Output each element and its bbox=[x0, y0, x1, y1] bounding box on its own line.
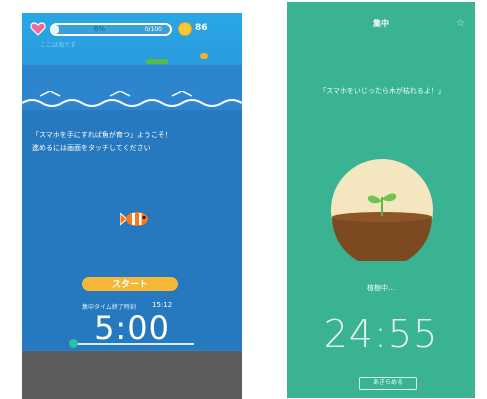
timer-end-value: 15:12 bbox=[152, 301, 173, 309]
hp-bar-fill bbox=[52, 25, 60, 34]
welcome-line-1: 「スマホを手にすれば魚が育つ」ようこそ！ bbox=[32, 131, 172, 139]
sky-background bbox=[22, 13, 242, 65]
hp-bar: 6% 0/100 bbox=[50, 23, 172, 36]
heart-icon bbox=[30, 22, 46, 36]
wave-icon bbox=[22, 91, 242, 107]
settings-icon[interactable]: ☆ bbox=[456, 18, 465, 29]
timer-display: 5:00 bbox=[94, 309, 170, 347]
status-text: 植樹中… bbox=[367, 284, 395, 292]
island-decoration bbox=[146, 59, 168, 64]
status-subtext: ここは海です bbox=[40, 42, 77, 49]
bottom-panel bbox=[22, 351, 242, 399]
timer-slider-track[interactable] bbox=[74, 343, 194, 345]
fish-app-screen[interactable]: 6% 0/100 86 ここは海です 「スマホを手にすれば魚が育つ」ようこそ！ … bbox=[22, 13, 242, 399]
timer-slider-handle[interactable] bbox=[69, 339, 78, 348]
countdown-timer: 24:55 bbox=[323, 312, 439, 356]
hp-count: 0/100 bbox=[144, 26, 162, 33]
coin-count: 86 bbox=[195, 23, 208, 33]
fish-icon[interactable] bbox=[120, 210, 150, 228]
page-title: 集中 bbox=[373, 19, 389, 28]
coin-icon bbox=[178, 22, 192, 36]
hp-percent: 6% bbox=[94, 25, 106, 33]
forest-app-screen[interactable]: 集中 ☆ 「スマホをいじったら木が枯れるよ！」 植樹中… 24:55 あきらめる bbox=[287, 2, 475, 398]
welcome-message: 「スマホを手にすれば魚が育つ」ようこそ！ 進めるには画面をタッチしてください bbox=[32, 129, 237, 155]
sprout-icon[interactable] bbox=[331, 159, 433, 261]
motivation-quote: 「スマホをいじったら木が枯れるよ！」 bbox=[319, 87, 445, 95]
give-up-button[interactable]: あきらめる bbox=[359, 377, 417, 390]
welcome-line-2: 進めるには画面をタッチしてください bbox=[32, 144, 151, 152]
start-button[interactable]: スタート bbox=[82, 277, 178, 291]
sun-decoration bbox=[200, 53, 208, 59]
